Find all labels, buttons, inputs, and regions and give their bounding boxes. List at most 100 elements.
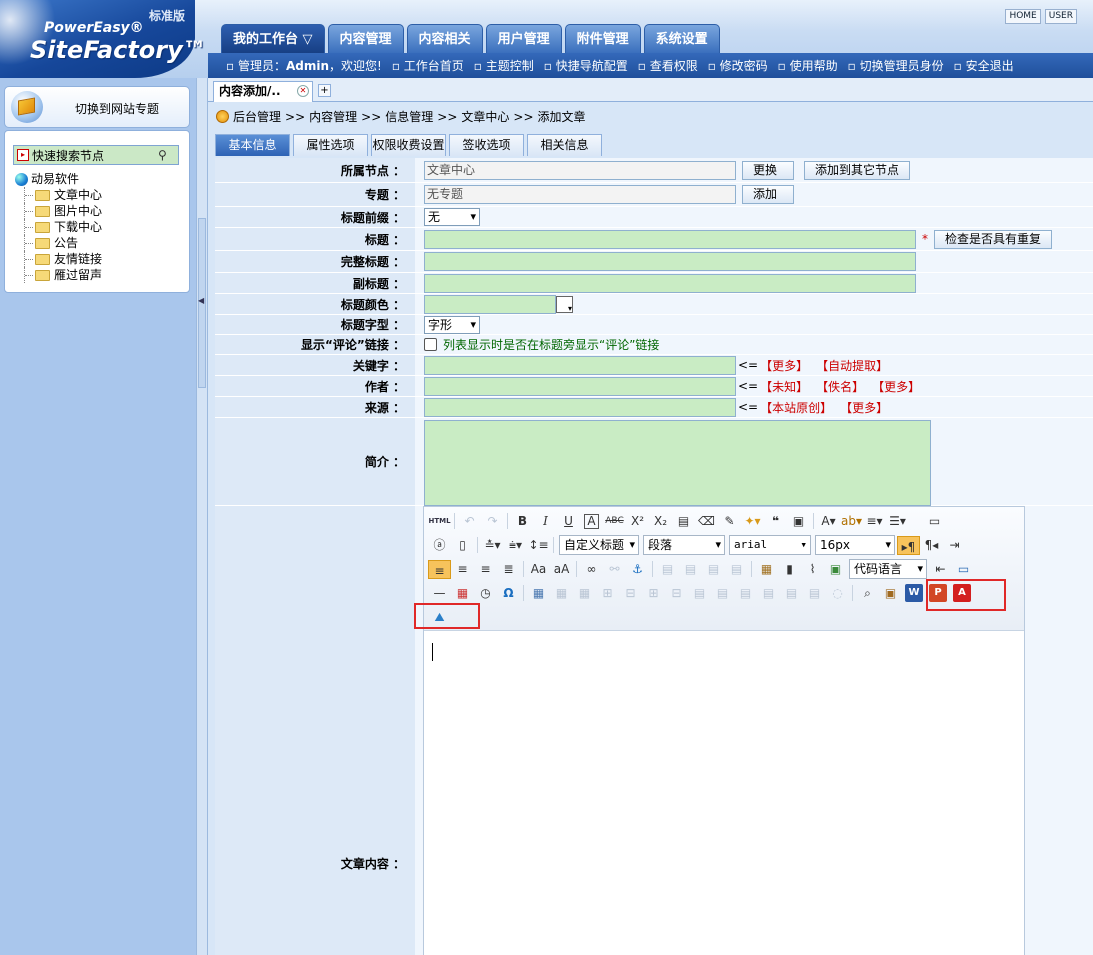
tree-item-links[interactable]: 友情链接: [24, 251, 102, 267]
node-field[interactable]: 文章中心: [424, 160, 736, 180]
insert-video-icon[interactable]: ▮: [778, 559, 801, 579]
paste-plain-icon[interactable]: ▣: [787, 511, 810, 531]
font-border-icon[interactable]: A: [584, 513, 599, 529]
ordered-list-icon[interactable]: ≡▾: [863, 511, 886, 531]
image-center-icon[interactable]: ▤: [725, 559, 748, 579]
brush-icon[interactable]: ✎: [718, 511, 741, 531]
subnav-permissions[interactable]: ▫ 查看权限: [638, 57, 698, 74]
unlink-icon[interactable]: ⚯: [603, 559, 626, 579]
sidebar-splitter[interactable]: ◀: [196, 78, 208, 955]
font-size-select[interactable]: 16px: [815, 535, 895, 555]
time-icon[interactable]: ◷: [474, 583, 497, 603]
undo-icon[interactable]: ↶: [458, 511, 481, 531]
align-justify-icon[interactable]: ≣: [497, 559, 520, 579]
tab-attributes[interactable]: 属性选项: [293, 134, 368, 156]
tree-item-notice[interactable]: 公告: [24, 235, 102, 251]
check-duplicate-button[interactable]: 检查是否具有重复: [934, 229, 1053, 249]
anchor-icon[interactable]: ⚓: [626, 559, 649, 579]
keyword-input[interactable]: [424, 355, 736, 375]
superscript-icon[interactable]: X²: [626, 511, 649, 531]
insert-table-icon[interactable]: ▦: [527, 583, 550, 603]
page-break-icon[interactable]: ⇤: [929, 559, 952, 579]
subtitle-input[interactable]: [424, 273, 916, 293]
title-style-select[interactable]: 字形: [424, 315, 480, 334]
tab-permission-fee[interactable]: 权限收费设置: [371, 134, 446, 156]
eraser-icon[interactable]: ⌫: [695, 511, 718, 531]
switch-topic-label[interactable]: 切换到网站专题: [75, 100, 159, 117]
italic-icon[interactable]: I: [534, 511, 557, 531]
source-original-link[interactable]: 【本站原创】: [760, 399, 832, 416]
title-color-input[interactable]: [424, 294, 556, 314]
tab-workbench[interactable]: 我的工作台 ▽: [221, 24, 325, 53]
ltr-icon[interactable]: ▸¶: [897, 535, 920, 555]
highlight-color-icon[interactable]: ab▾: [840, 511, 863, 531]
merge-cells-icon[interactable]: ▤: [688, 583, 711, 603]
color-picker-icon[interactable]: ▾: [556, 295, 573, 313]
redo-icon[interactable]: ↷: [481, 511, 504, 531]
delete-row-icon[interactable]: ⊟: [619, 583, 642, 603]
subnav-switch-admin[interactable]: ▫ 切换管理员身份: [848, 57, 944, 74]
tab-user-management[interactable]: 用户管理: [485, 24, 562, 53]
crumb[interactable]: 文章中心: [461, 108, 509, 125]
split-cols-icon[interactable]: ▤: [803, 583, 826, 603]
insert-image-icon[interactable]: ▦: [755, 559, 778, 579]
insert-row-icon[interactable]: ⊞: [596, 583, 619, 603]
align-center-icon[interactable]: ≡: [451, 559, 474, 579]
row-spacing-top-icon[interactable]: ≛▾: [481, 535, 504, 555]
row-spacing-bottom-icon[interactable]: ⩧▾: [504, 535, 527, 555]
add-other-node-button[interactable]: 添加到其它节点: [804, 160, 911, 180]
author-input[interactable]: [424, 376, 736, 396]
editor-body[interactable]: [424, 632, 1024, 955]
home-link[interactable]: HOME: [1005, 9, 1041, 24]
blockquote-icon[interactable]: ❝: [764, 511, 787, 531]
horizontal-rule-icon[interactable]: —: [428, 583, 451, 603]
image-right-icon[interactable]: ▤: [702, 559, 725, 579]
collapse-arrow-icon[interactable]: ◀: [198, 296, 204, 305]
code-language-select[interactable]: 代码语言: [849, 559, 927, 579]
subnav-help[interactable]: ▫ 使用帮助: [778, 57, 838, 74]
tree-item-picture[interactable]: 图片中心: [24, 203, 102, 219]
subnav-theme[interactable]: ▫ 主题控制: [474, 57, 534, 74]
align-right-icon[interactable]: ≡: [474, 559, 497, 579]
insert-col-icon[interactable]: ⊞: [642, 583, 665, 603]
subnav-home[interactable]: ▫ 工作台首页: [392, 57, 464, 74]
image-left-icon[interactable]: ▤: [679, 559, 702, 579]
search-expand-icon[interactable]: ▸: [17, 149, 29, 161]
indent-icon[interactable]: ⇥: [943, 535, 966, 555]
title-input[interactable]: [424, 229, 916, 249]
tab-basic-info[interactable]: 基本信息: [215, 134, 290, 156]
split-cells-icon[interactable]: ▤: [757, 583, 780, 603]
author-anonymous-link[interactable]: 【佚名】: [816, 378, 864, 395]
topic-field[interactable]: 无专题: [424, 185, 736, 204]
merge-right-icon[interactable]: ▤: [711, 583, 734, 603]
subnav-quicknav[interactable]: ▫ 快捷导航配置: [544, 57, 628, 74]
node-search-text[interactable]: 快速搜索节点: [32, 147, 158, 164]
search-icon[interactable]: ⚲: [158, 148, 172, 162]
custom-title-select[interactable]: 自定义标题: [559, 535, 639, 555]
attachment-icon[interactable]: ⌇: [801, 559, 824, 579]
keyword-auto-link[interactable]: 【自动提取】: [816, 357, 888, 374]
to-uppercase-icon[interactable]: Aa: [527, 559, 550, 579]
insert-para-before-table-icon[interactable]: ▦: [573, 583, 596, 603]
author-more-link[interactable]: 【更多】: [872, 378, 920, 395]
tab-attachment-management[interactable]: 附件管理: [564, 24, 641, 53]
html-source-icon[interactable]: HTML: [428, 511, 451, 531]
clear-doc-icon[interactable]: ▯: [451, 535, 474, 555]
switch-topic-panel[interactable]: 切换到网站专题: [4, 86, 190, 128]
link-icon[interactable]: ∞: [580, 559, 603, 579]
new-tab-button[interactable]: +: [318, 84, 331, 97]
tab-content-related[interactable]: 内容相关: [406, 24, 483, 53]
magic-wand-icon[interactable]: ✦▾: [741, 511, 764, 531]
author-unknown-link[interactable]: 【未知】: [760, 378, 808, 395]
strikethrough-icon[interactable]: ABC: [603, 511, 626, 531]
unordered-list-icon[interactable]: ☰▾: [886, 511, 909, 531]
subscript-icon[interactable]: X₂: [649, 511, 672, 531]
source-input[interactable]: [424, 397, 736, 417]
date-icon[interactable]: ▦: [451, 583, 474, 603]
tree-item-article[interactable]: 文章中心: [24, 187, 102, 203]
delete-col-icon[interactable]: ⊟: [665, 583, 688, 603]
delete-table-icon[interactable]: ▦: [550, 583, 573, 603]
select-all-icon[interactable]: ⓐ: [428, 535, 451, 555]
template-icon[interactable]: ▭: [952, 559, 975, 579]
tab-related-info[interactable]: 相关信息: [527, 134, 602, 156]
